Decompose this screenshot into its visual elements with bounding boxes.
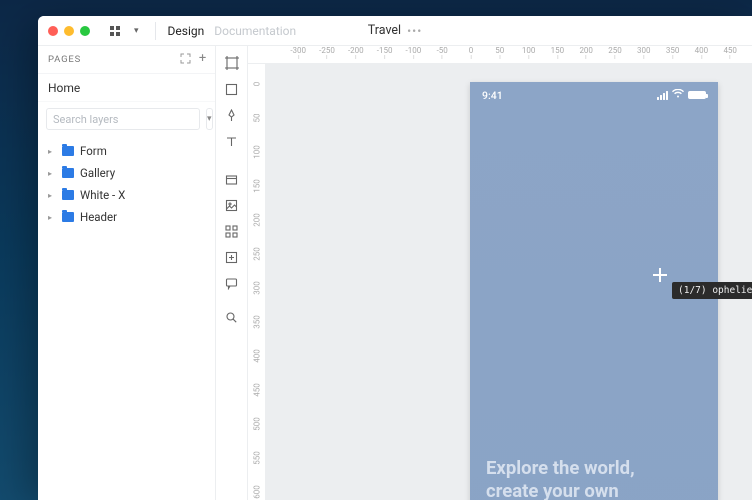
ruler-h-tick: 100	[522, 46, 536, 59]
expand-pages-icon[interactable]	[180, 53, 191, 67]
ruler-horizontal: -300 -250 -200 -150 -100 -50 0 50 100 150 200 250 30…	[248, 46, 752, 64]
mode-documentation[interactable]: Documentation	[214, 24, 296, 38]
folder-icon	[62, 168, 74, 178]
ruler-v-tick: 100	[253, 143, 262, 161]
signal-icon	[657, 91, 668, 100]
tool-comment[interactable]	[220, 271, 244, 295]
tool-text[interactable]	[220, 129, 244, 153]
ruler-h-tick: 350	[666, 46, 680, 59]
minimize-window-button[interactable]	[64, 26, 74, 36]
ruler-v-tick: 50	[253, 109, 262, 127]
ruler-v-tick: 300	[253, 279, 262, 297]
project-name[interactable]: Travel	[368, 23, 401, 38]
chevron-down-icon[interactable]: ▾	[130, 26, 143, 36]
layer-label: Form	[80, 144, 107, 158]
ruler-h-tick: 250	[608, 46, 622, 59]
hero-line-2: create your own	[486, 480, 702, 500]
pages-header: PAGES +	[38, 46, 215, 74]
status-time: 9:41	[482, 89, 503, 102]
ruler-h-tick: -150	[377, 46, 393, 59]
chevron-right-icon: ▸	[48, 169, 56, 178]
layer-item-header[interactable]: ▸ Header	[38, 206, 215, 228]
ruler-h-tick: 400	[695, 46, 709, 59]
layer-item-gallery[interactable]: ▸ Gallery	[38, 162, 215, 184]
ruler-v-tick: 500	[253, 415, 262, 433]
page-item-home[interactable]: Home	[38, 74, 215, 102]
add-page-icon[interactable]: +	[199, 53, 207, 67]
tool-pen[interactable]	[220, 103, 244, 127]
ruler-h-tick: -100	[406, 46, 422, 59]
tool-image[interactable]	[220, 193, 244, 217]
tool-rectangle[interactable]	[220, 77, 244, 101]
tool-plus-square[interactable]	[220, 245, 244, 269]
app-window: ▾ Design Documentation Travel ••• PAGES …	[38, 16, 752, 500]
canvas[interactable]: -300 -250 -200 -150 -100 -50 0 50 100 150 200 250 30…	[248, 46, 752, 500]
window-controls	[48, 26, 90, 36]
ruler-v-tick: 600	[253, 483, 262, 500]
tool-search[interactable]	[220, 305, 244, 329]
drop-cursor-icon	[653, 268, 667, 282]
chevron-right-icon: ▸	[48, 213, 56, 222]
hero-text-block: Explore the world, create your own adven…	[486, 457, 702, 500]
ruler-v-tick: 200	[253, 211, 262, 229]
ruler-v-tick: 350	[253, 313, 262, 331]
tool-frame[interactable]	[220, 51, 244, 75]
folder-icon	[62, 146, 74, 156]
project-more-icon[interactable]: •••	[407, 24, 422, 38]
battery-icon	[688, 91, 706, 99]
asset-tooltip: (1/7) ophelie-authier(...).jpg	[672, 282, 752, 299]
ruler-h-tick: -300	[290, 46, 306, 59]
hero-line-1: Explore the world,	[486, 457, 702, 480]
layer-filter-button[interactable]: ▾	[206, 108, 213, 130]
chevron-right-icon: ▸	[48, 191, 56, 200]
titlebar: ▾ Design Documentation Travel •••	[38, 16, 752, 46]
chevron-right-icon: ▸	[48, 147, 56, 156]
left-panel: PAGES + Home ▾ ▸ Form	[38, 46, 216, 500]
ruler-v-tick: 550	[253, 449, 262, 467]
zoom-window-button[interactable]	[80, 26, 90, 36]
tool-section[interactable]	[220, 167, 244, 191]
ruler-v-tick: 150	[253, 177, 262, 195]
ruler-h-tick: -50	[437, 46, 448, 59]
tool-strip	[216, 46, 248, 500]
divider	[155, 22, 156, 40]
ruler-vertical: 0 50 100 150 200 250 300 350 400 450 500 550 600	[248, 64, 266, 500]
ruler-h-tick: -200	[348, 46, 364, 59]
pages-heading: PAGES	[48, 54, 81, 65]
layer-label: Gallery	[80, 166, 115, 180]
ruler-v-tick: 250	[253, 245, 262, 263]
mobile-status-bar: 9:41	[470, 82, 718, 108]
canvas-stage[interactable]: 9:41 Explore the world, create your own …	[266, 64, 752, 500]
folder-icon	[62, 190, 74, 200]
ruler-h-tick: 0	[469, 46, 474, 59]
mode-design[interactable]: Design	[168, 24, 205, 38]
titlebar-left: ▾ Design Documentation	[104, 20, 296, 42]
ruler-h-tick: 50	[495, 46, 504, 59]
layer-item-white-x[interactable]: ▸ White - X	[38, 184, 215, 206]
layer-label: White - X	[80, 188, 125, 202]
ruler-h-tick: 300	[637, 46, 651, 59]
layer-search-row: ▾	[38, 102, 215, 136]
ruler-v-tick: 0	[253, 75, 262, 93]
layer-label: Header	[80, 210, 117, 224]
ruler-h-tick: -250	[319, 46, 335, 59]
apps-grid-button[interactable]	[104, 20, 126, 42]
ruler-h-tick: 200	[579, 46, 593, 59]
ruler-h-tick: 150	[551, 46, 565, 59]
ruler-h-tick: 450	[723, 46, 737, 59]
project-title: Travel •••	[368, 23, 423, 38]
tool-component[interactable]	[220, 219, 244, 243]
layers-list: ▸ Form ▸ Gallery ▸ White - X ▸ H	[38, 136, 215, 232]
folder-icon	[62, 212, 74, 222]
ruler-v-tick: 450	[253, 381, 262, 399]
layer-item-form[interactable]: ▸ Form	[38, 140, 215, 162]
search-layers-input[interactable]	[46, 108, 200, 130]
wifi-icon	[672, 89, 684, 101]
close-window-button[interactable]	[48, 26, 58, 36]
ruler-v-tick: 400	[253, 347, 262, 365]
